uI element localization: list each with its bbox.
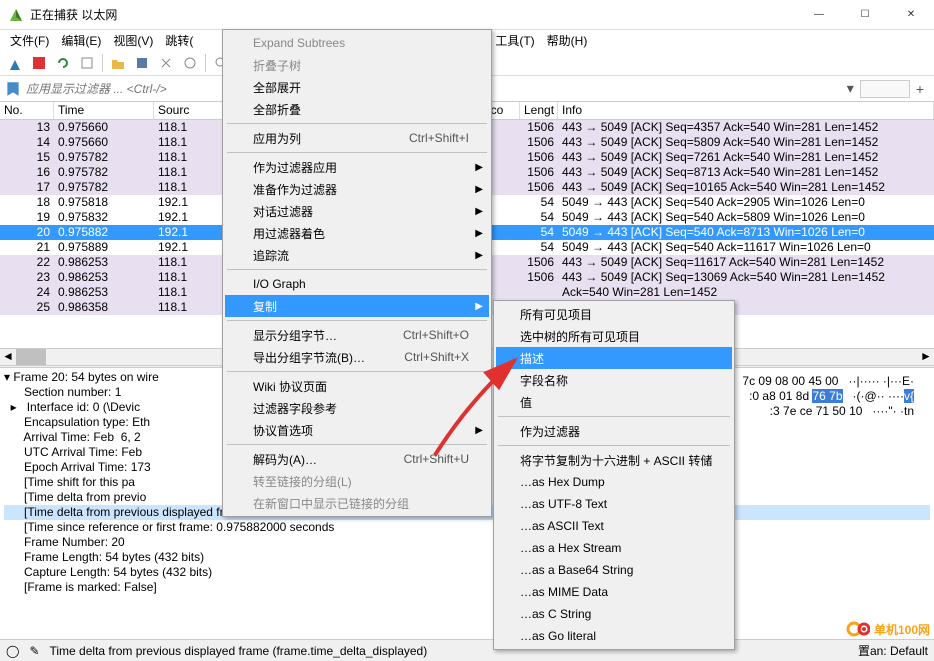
watermark: 单机100网: [846, 617, 930, 641]
menu-item[interactable]: 追踪流▶: [225, 244, 489, 266]
bookmark-icon[interactable]: [4, 80, 22, 98]
menu-item[interactable]: 用过滤器着色▶: [225, 222, 489, 244]
context-menu: Expand Subtrees折叠子树全部展开全部折叠应用为列Ctrl+Shif…: [222, 29, 492, 517]
menu-item: Expand Subtrees: [225, 32, 489, 54]
toolbar-close-icon[interactable]: [155, 52, 177, 74]
submenu-item[interactable]: …as a Hex Stream: [496, 537, 732, 559]
column-info[interactable]: Info: [558, 102, 934, 119]
menu-item: 在新窗口中显示已链接的分组: [225, 492, 489, 514]
window-title: 正在捕获 以太网: [30, 6, 796, 23]
submenu-item[interactable]: …as C String: [496, 603, 732, 625]
submenu-item[interactable]: 描述: [496, 347, 732, 369]
filter-expression-button[interactable]: [860, 80, 910, 98]
watermark-logo-icon: [846, 617, 870, 641]
submenu-item[interactable]: 将字节复制为十六进制 + ASCII 转储: [496, 449, 732, 471]
title-bar: 正在捕获 以太网 — ☐ ✕: [0, 0, 934, 30]
detail-line[interactable]: [Time since reference or first frame: 0.…: [4, 520, 930, 535]
minimize-button[interactable]: —: [796, 0, 842, 30]
detail-line[interactable]: Capture Length: 54 bytes (432 bits): [4, 565, 930, 580]
toolbar-restart-icon[interactable]: [52, 52, 74, 74]
watermark-text: 单机100网: [874, 621, 930, 638]
app-icon: [8, 7, 24, 23]
status-indicator-icon: ◯: [6, 644, 19, 658]
detail-line[interactable]: [Frame is marked: False]: [4, 580, 930, 595]
submenu-item[interactable]: …as MIME Data: [496, 581, 732, 603]
menu-item[interactable]: 显示分组字节…Ctrl+Shift+O: [225, 324, 489, 346]
column-no[interactable]: No.: [0, 102, 54, 119]
menu-item[interactable]: I/O Graph: [225, 273, 489, 295]
detail-line[interactable]: Frame Length: 54 bytes (432 bits): [4, 550, 930, 565]
submenu-item[interactable]: 选中树的所有可见项目: [496, 325, 732, 347]
menu-item[interactable]: 作为过滤器应用▶: [225, 156, 489, 178]
copy-submenu: 所有可见项目选中树的所有可见项目描述字段名称值作为过滤器将字节复制为十六进制 +…: [493, 300, 735, 650]
hex-line[interactable]: 7c 09 08 00 45 00 ··|····· ·|···E·: [742, 374, 914, 389]
status-text: Time delta from previous displayed frame…: [50, 644, 428, 658]
menu-item: 折叠子树: [225, 54, 489, 76]
status-edit-icon[interactable]: ✎: [29, 644, 39, 658]
maximize-button[interactable]: ☐: [842, 0, 888, 30]
submenu-item[interactable]: 字段名称: [496, 369, 732, 391]
packet-bytes-pane[interactable]: 7c 09 08 00 45 00 ··|····· ·|···E·:0 a8 …: [742, 374, 914, 419]
menu-item[interactable]: 应用为列Ctrl+Shift+I: [225, 127, 489, 149]
detail-line[interactable]: Frame Number: 20: [4, 535, 930, 550]
submenu-item[interactable]: …as Go literal: [496, 625, 732, 647]
filter-dropdown-icon[interactable]: ▾: [841, 80, 860, 97]
toolbar-save-icon[interactable]: [131, 52, 153, 74]
submenu-item[interactable]: 值: [496, 391, 732, 413]
submenu-item[interactable]: 作为过滤器: [496, 420, 732, 442]
toolbar-start-icon[interactable]: [4, 52, 26, 74]
submenu-item[interactable]: …as UTF-8 Text: [496, 493, 732, 515]
menu-item[interactable]: 准备作为过滤器▶: [225, 178, 489, 200]
menu-item[interactable]: 解码为(A)…Ctrl+Shift+U: [225, 448, 489, 470]
close-button[interactable]: ✕: [888, 0, 934, 30]
toolbar-open-icon[interactable]: [107, 52, 129, 74]
hex-line[interactable]: :0 a8 01 8d 76 7b ·(·@·· ····v{: [742, 389, 914, 404]
toolbar-stop-icon[interactable]: [28, 52, 50, 74]
menu-item[interactable]: 对话过滤器▶: [225, 200, 489, 222]
menu-file[interactable]: 文件(F): [4, 30, 55, 51]
menu-item[interactable]: 导出分组字节流(B)…Ctrl+Shift+X: [225, 346, 489, 368]
menu-go[interactable]: 跳转(: [159, 30, 199, 51]
submenu-item[interactable]: …as Hex Dump: [496, 471, 732, 493]
submenu-item[interactable]: 所有可见项目: [496, 303, 732, 325]
toolbar-options-icon[interactable]: [76, 52, 98, 74]
submenu-item[interactable]: …as ASCII Text: [496, 515, 732, 537]
menu-edit[interactable]: 编辑(E): [55, 30, 107, 51]
column-time[interactable]: Time: [54, 102, 154, 119]
menu-tools[interactable]: 工具(T): [489, 30, 540, 51]
menu-item[interactable]: 全部折叠: [225, 98, 489, 120]
menu-item[interactable]: 协议首选项▶: [225, 419, 489, 441]
hex-line[interactable]: :3 7e ce 71 50 10 ····"· ·tn: [742, 404, 914, 419]
menu-item[interactable]: 全部展开: [225, 76, 489, 98]
toolbar-reload-icon[interactable]: [179, 52, 201, 74]
menu-item[interactable]: Wiki 协议页面: [225, 375, 489, 397]
menu-view[interactable]: 视图(V): [107, 30, 159, 51]
menu-item: 转至链接的分组(L): [225, 470, 489, 492]
menu-item[interactable]: 复制▶: [225, 295, 489, 317]
column-length[interactable]: Lengt: [520, 102, 558, 119]
submenu-item[interactable]: …as a Base64 String: [496, 559, 732, 581]
menu-item[interactable]: 过滤器字段参考: [225, 397, 489, 419]
status-bar: ◯ ✎ Time delta from previous displayed f…: [0, 639, 934, 661]
filter-add-icon[interactable]: +: [910, 81, 930, 97]
status-profile[interactable]: 置an: Default: [858, 642, 928, 659]
menu-help[interactable]: 帮助(H): [541, 30, 594, 51]
